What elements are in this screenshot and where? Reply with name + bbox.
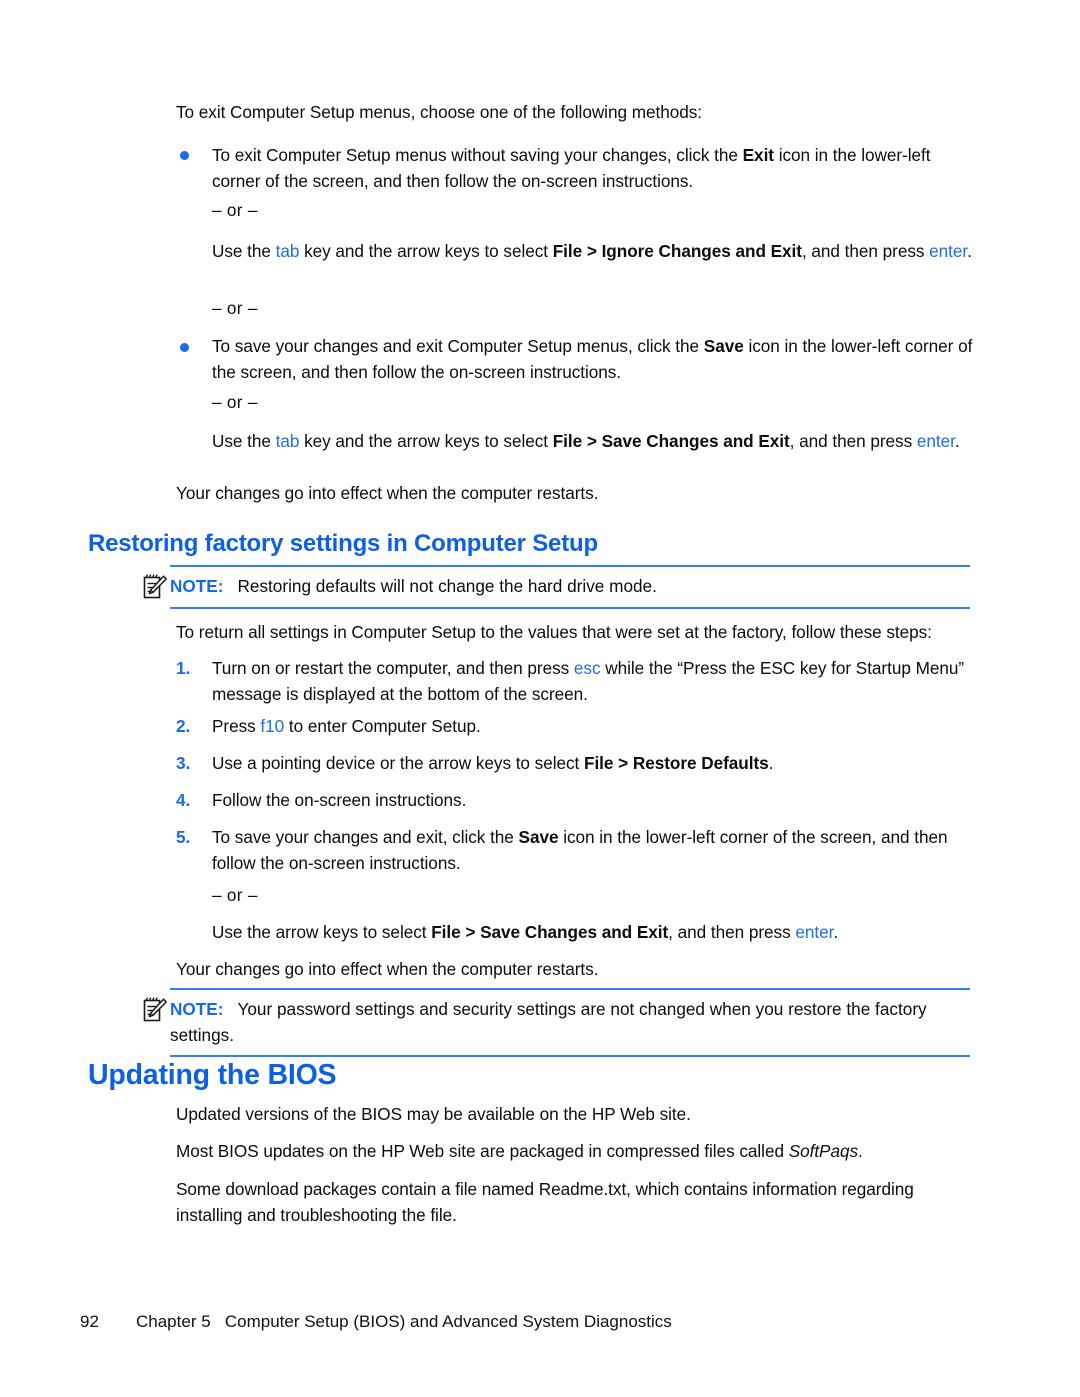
bios-paragraph-2: Most BIOS updates on the HP Web site are… xyxy=(176,1139,976,1165)
step-number: 2. xyxy=(176,716,191,736)
page-footer: 92 Chapter 5 Computer Setup (BIOS) and Ad… xyxy=(80,1311,672,1333)
or-separator: – or – xyxy=(212,885,258,905)
note-rule-top xyxy=(170,565,970,567)
alt-1-middle: key and the arrow keys to select xyxy=(299,241,553,261)
or-separator: – or – xyxy=(212,392,258,412)
alt-2-menu-path: File > Save Changes and Exit xyxy=(552,431,790,451)
bios-paragraph-1: Updated versions of the BIOS may be avai… xyxy=(176,1104,691,1124)
or-separator: – or – xyxy=(212,298,258,318)
step-3-part2: . xyxy=(768,753,774,773)
footer-chapter: Chapter 5 xyxy=(136,1312,211,1331)
step-item: To save your changes and exit, click the… xyxy=(212,825,976,876)
note-pencil-icon xyxy=(142,573,168,601)
note-pencil-icon xyxy=(142,996,168,1024)
step-2-part2: to enter Computer Setup. xyxy=(284,716,481,736)
step5-alt-menu-path: File > Save Changes and Exit xyxy=(431,922,669,942)
alt-2-prefix: Use the xyxy=(212,431,276,451)
step5-alt-suffix: , and then press xyxy=(668,922,796,942)
step5-alt-prefix: Use the arrow keys to select xyxy=(212,922,432,942)
alt-1-end: . xyxy=(967,241,972,261)
or-separator: – or – xyxy=(212,200,258,220)
alt-2-suffix: , and then press xyxy=(789,431,917,451)
section-heading-restoring: Restoring factory settings in Computer S… xyxy=(88,530,598,557)
step-3-part1: Use a pointing device or the arrow keys … xyxy=(212,753,584,773)
key-tab: tab xyxy=(275,431,300,451)
step-3-menu-path: File > Restore Defaults xyxy=(584,753,769,773)
note-text-container: NOTE: Restoring defaults will not change … xyxy=(170,574,970,600)
bios-paragraph-3: Some download packages contain a file na… xyxy=(176,1179,914,1225)
note-rule-bottom xyxy=(170,607,970,609)
step-item: Follow the on-screen instructions. xyxy=(212,788,976,814)
section-heading-updating-bios: Updating the BIOS xyxy=(88,1059,337,1091)
step-number: 3. xyxy=(176,753,191,773)
bullet-marker-icon xyxy=(180,151,189,160)
bios-p2-suffix: . xyxy=(858,1141,863,1161)
restart-effect-note: Your changes go into effect when the com… xyxy=(176,959,599,979)
softpaqs-term: SoftPaqs xyxy=(788,1141,859,1161)
step-5-part1: To save your changes and exit, click the xyxy=(212,827,519,847)
step-number: 5. xyxy=(176,827,191,847)
alt-2-middle: key and the arrow keys to select xyxy=(299,431,553,451)
key-tab: tab xyxy=(275,241,300,261)
note-text: Your password settings and security sett… xyxy=(170,999,927,1045)
document-page: To exit Computer Setup menus, choose one… xyxy=(0,0,1080,1397)
step-4-part1: Follow the on-screen instructions. xyxy=(212,790,467,810)
step-item: Turn on or restart the computer, and the… xyxy=(212,656,976,707)
restart-effect-note: Your changes go into effect when the com… xyxy=(176,483,599,503)
key-enter: enter xyxy=(795,922,834,942)
step-item: Press f10 to enter Computer Setup. xyxy=(212,714,976,740)
note-box: NOTE: Your password settings and security… xyxy=(142,988,970,1057)
step-1-part1: Turn on or restart the computer, and the… xyxy=(212,658,574,678)
step-item: Use a pointing device or the arrow keys … xyxy=(212,751,976,777)
bullet-2-bold: Save xyxy=(703,336,744,356)
bullet-1-bold: Exit xyxy=(742,145,774,165)
bullet-item: To exit Computer Setup menus without sav… xyxy=(212,143,976,194)
bullet-2-text-before: To save your changes and exit Computer S… xyxy=(212,336,704,356)
note-box: NOTE: Restoring defaults will not change … xyxy=(142,565,970,609)
note-label: NOTE: xyxy=(170,999,224,1019)
key-esc: esc xyxy=(573,658,601,678)
alt-1-suffix: , and then press xyxy=(801,241,930,261)
step-number: 4. xyxy=(176,790,191,810)
step-2-part1: Press xyxy=(212,716,261,736)
bullet-1-text-before: To exit Computer Setup menus without sav… xyxy=(212,145,743,165)
alt-instruction: Use the tab key and the arrow keys to se… xyxy=(212,239,976,265)
bullet-marker-icon xyxy=(180,343,189,352)
restore-steps-lead: To return all settings in Computer Setup… xyxy=(176,622,932,642)
alt-1-menu-path: File > Ignore Changes and Exit xyxy=(552,241,802,261)
key-enter: enter xyxy=(929,241,968,261)
footer-chapter-title: Computer Setup (BIOS) and Advanced Syste… xyxy=(224,1312,672,1331)
note-rule-bottom xyxy=(170,1055,970,1057)
footer-page-number: 92 xyxy=(80,1312,99,1331)
intro-paragraph: To exit Computer Setup menus, choose one… xyxy=(176,102,702,122)
bullet-item: To save your changes and exit Computer S… xyxy=(212,334,976,385)
alt-instruction: Use the tab key and the arrow keys to se… xyxy=(212,429,976,455)
step5-alt-instruction: Use the arrow keys to select File > Save… xyxy=(212,920,976,946)
note-text-container: NOTE: Your password settings and security… xyxy=(170,997,970,1048)
step-5-bold: Save xyxy=(518,827,559,847)
key-f10: f10 xyxy=(260,716,285,736)
note-label: NOTE: xyxy=(170,576,224,596)
alt-2-end: . xyxy=(954,431,960,451)
bios-p2-prefix: Most BIOS updates on the HP Web site are… xyxy=(176,1141,789,1161)
alt-1-prefix: Use the xyxy=(212,241,276,261)
step5-alt-end: . xyxy=(833,922,839,942)
note-rule-top xyxy=(170,988,970,990)
step-number: 1. xyxy=(176,658,191,678)
key-enter: enter xyxy=(916,431,955,451)
note-text: Restoring defaults will not change the h… xyxy=(237,576,657,596)
